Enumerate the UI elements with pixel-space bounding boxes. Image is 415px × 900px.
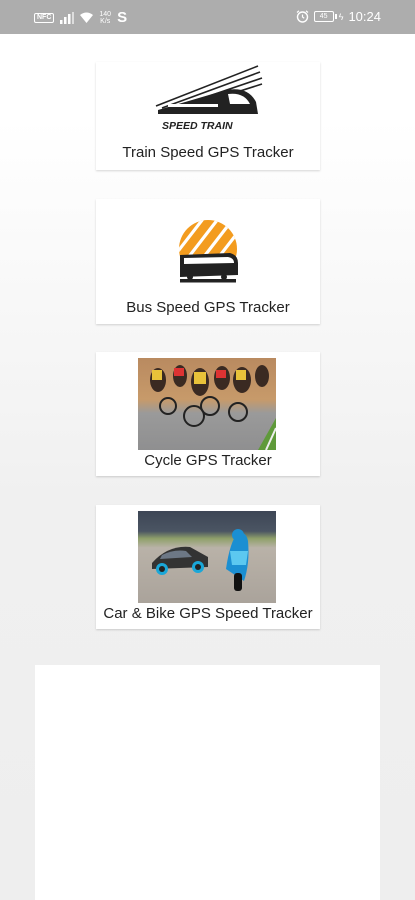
car-and-motorbike-photo [138,511,276,603]
car-bike-speed-card[interactable]: Car & Bike GPS Speed Tracker [96,505,320,629]
charging-icon: ϟ [338,11,344,22]
speed-train-logo: SPEED TRAIN [155,65,263,132]
ad-banner-area [35,665,380,900]
cycle-gps-card[interactable]: Cycle GPS Tracker [96,352,320,476]
battery-icon: 45 [313,11,337,22]
bus-speed-card[interactable]: Bus Speed GPS Tracker [96,199,320,324]
clock: 10:24 [348,9,381,24]
train-speed-card[interactable]: SPEED TRAIN Train Speed GPS Tracker [96,62,320,170]
train-speed-label: Train Speed GPS Tracker [122,144,294,161]
bus-sunset-logo [179,220,238,283]
cyclists-race-photo [138,358,276,450]
speed-train-logo-text: SPEED TRAIN [162,120,233,132]
wifi-icon [80,12,94,23]
signal-icon [60,11,75,24]
nfc-icon: NFC [34,12,55,23]
network-speed-value: 140 [99,10,112,18]
battery-level: 45 [319,13,328,20]
app-s-icon: S [117,9,128,26]
status-bar: NFC 140 K/s S 45 ϟ 10:24 [0,0,415,34]
car-bike-speed-label: Car & Bike GPS Speed Tracker [103,605,313,622]
cycle-gps-label: Cycle GPS Tracker [144,452,272,469]
bus-speed-label: Bus Speed GPS Tracker [126,299,290,316]
network-speed: 140 K/s [99,11,111,25]
alarm-icon [296,10,309,23]
network-speed-unit: K/s [100,17,111,25]
